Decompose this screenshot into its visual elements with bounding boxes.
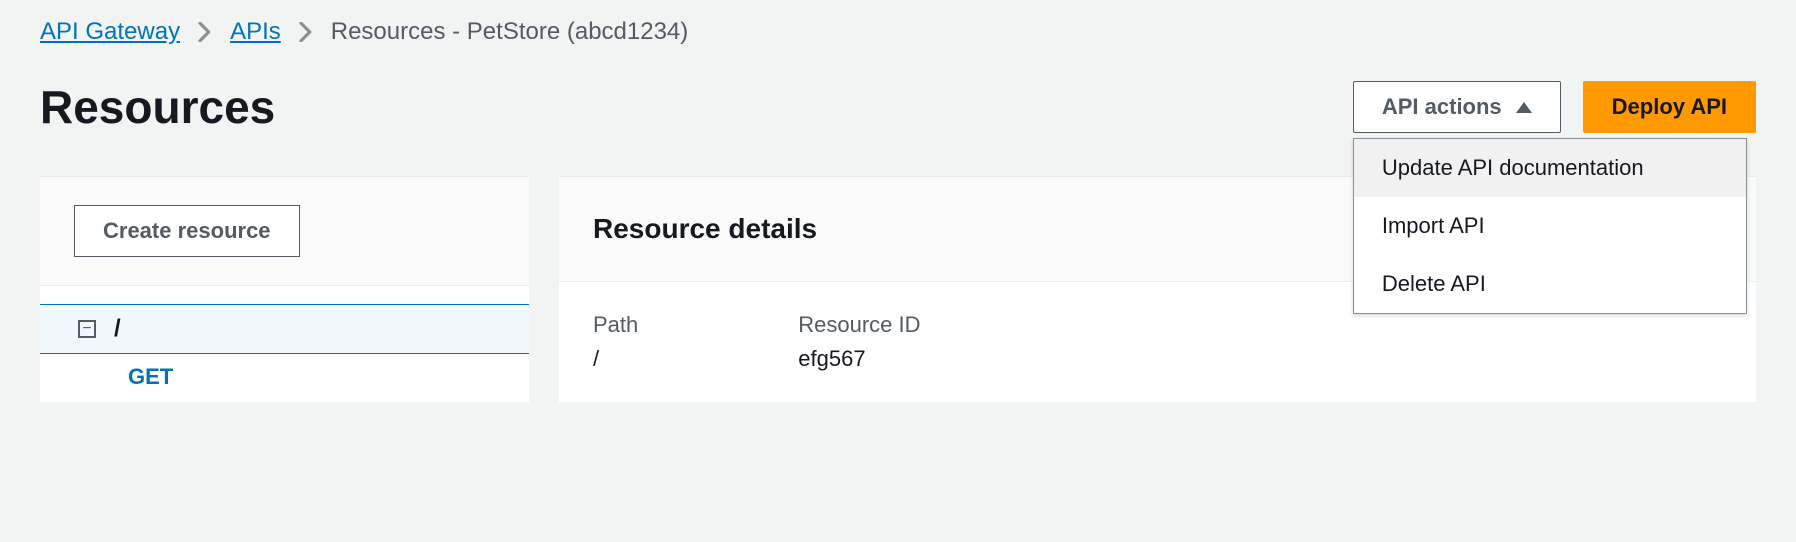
breadcrumb-api-gateway[interactable]: API Gateway	[40, 18, 180, 46]
caret-up-icon	[1516, 102, 1532, 113]
resource-details-title: Resource details	[593, 213, 817, 245]
field-resource-id: Resource ID efg567	[798, 312, 920, 372]
breadcrumb-apis[interactable]: APIs	[230, 18, 281, 46]
header-actions: API actions Update API documentation Imp…	[1353, 81, 1756, 133]
page-title: Resources	[40, 80, 275, 134]
resource-id-value: efg567	[798, 346, 920, 372]
tree-method-get[interactable]: GET	[40, 354, 529, 400]
field-path: Path /	[593, 312, 638, 372]
resource-tree-panel: Create resource − / GET	[40, 176, 529, 402]
api-actions-button[interactable]: API actions	[1353, 81, 1561, 133]
chevron-right-icon	[299, 22, 313, 42]
chevron-right-icon	[198, 22, 212, 42]
tree-root-path: /	[114, 315, 121, 343]
resource-id-label: Resource ID	[798, 312, 920, 338]
breadcrumb: API Gateway APIs Resources - PetStore (a…	[40, 18, 1756, 46]
api-actions-menu: Update API documentation Import API Dele…	[1353, 138, 1747, 314]
path-label: Path	[593, 312, 638, 338]
breadcrumb-current: Resources - PetStore (abcd1234)	[331, 18, 689, 46]
create-resource-button[interactable]: Create resource	[74, 205, 300, 257]
resource-tree: − / GET	[40, 286, 529, 400]
api-actions-label: API actions	[1382, 94, 1502, 120]
menu-update-api-documentation[interactable]: Update API documentation	[1354, 139, 1746, 197]
collapse-icon[interactable]: −	[78, 320, 96, 338]
deploy-api-button[interactable]: Deploy API	[1583, 81, 1756, 133]
menu-delete-api[interactable]: Delete API	[1354, 255, 1746, 313]
path-value: /	[593, 346, 638, 372]
tree-root-row[interactable]: − /	[40, 304, 529, 354]
menu-import-api[interactable]: Import API	[1354, 197, 1746, 255]
